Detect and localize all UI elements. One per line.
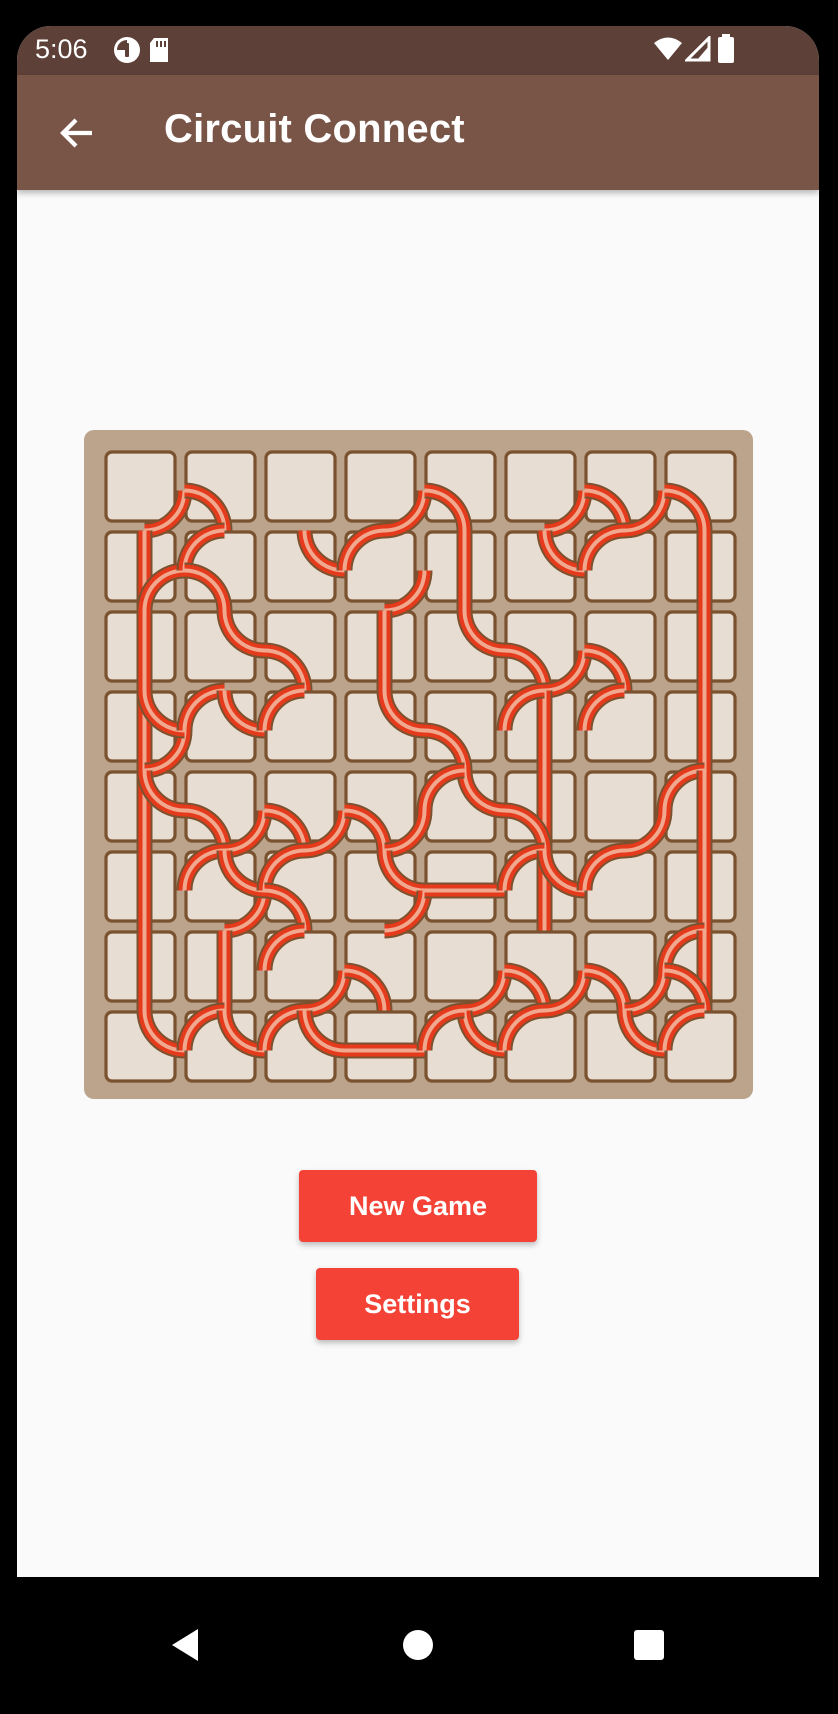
nav-recents-square-icon	[634, 1630, 664, 1660]
pie-timer-icon	[112, 35, 142, 70]
sd-card-icon	[147, 35, 171, 70]
nav-recents-button[interactable]	[609, 1605, 689, 1685]
back-button[interactable]	[49, 105, 105, 161]
app-title: Circuit Connect	[164, 107, 465, 151]
battery-icon	[717, 34, 735, 69]
nav-back-button[interactable]	[146, 1605, 226, 1685]
tile-r0-c5[interactable]	[504, 450, 577, 523]
circuit-grid	[104, 450, 737, 1083]
tile-r4-c6[interactable]	[584, 770, 657, 843]
arrow-left-icon	[60, 118, 92, 148]
game-board	[84, 430, 753, 1099]
tile-r0-c0[interactable]	[104, 450, 177, 523]
cell-signal-icon	[683, 34, 711, 67]
tile-r0-c3[interactable]	[344, 450, 417, 523]
nav-back-triangle-icon	[172, 1629, 198, 1661]
nav-home-button[interactable]	[378, 1605, 458, 1685]
status-bar: 5:06	[17, 26, 819, 75]
status-time: 5:06	[35, 34, 88, 64]
new-game-button[interactable]: New Game	[299, 1170, 537, 1242]
tile-r6-c4[interactable]	[424, 930, 497, 1003]
app-screen: 5:06 Circuit Connect New Game Settings	[17, 26, 819, 1577]
settings-button[interactable]: Settings	[316, 1268, 519, 1340]
wifi-icon	[653, 36, 683, 67]
navigation-bar	[0, 1577, 838, 1714]
nav-home-circle-icon	[403, 1630, 433, 1660]
tile-r0-c2[interactable]	[264, 450, 337, 523]
app-bar: Circuit Connect	[17, 75, 819, 190]
